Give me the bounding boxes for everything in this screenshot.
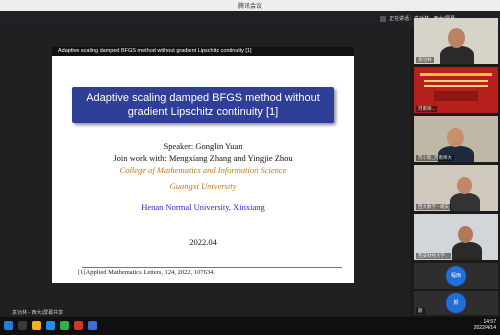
search-icon[interactable]	[18, 321, 27, 330]
browser-icon[interactable]	[46, 321, 55, 330]
participant-tile[interactable]: 河南师...	[414, 67, 498, 113]
participant-tile[interactable]: 颜 颜	[414, 291, 498, 315]
footnote: [1]Applied Mathematics Letters, 124, 202…	[78, 269, 216, 276]
window-titlebar: 腾讯会议	[0, 0, 500, 11]
participant-face	[458, 226, 473, 243]
participant-face	[447, 128, 464, 147]
participant-face	[448, 28, 465, 48]
participant-tile[interactable]: 西安财经大学...	[414, 214, 498, 260]
participant-name: 西安财经大学...	[416, 253, 451, 259]
app-icon[interactable]	[74, 321, 83, 330]
host-line: Henan Normal University, Xinxiang	[141, 202, 265, 212]
app-icon[interactable]	[60, 321, 69, 330]
slide-header-bar: Adaptive scaling damped BFGS method with…	[52, 47, 354, 56]
participant-name: 颜	[416, 308, 425, 314]
participant-face	[457, 177, 472, 194]
participant-tile[interactable]: 西大数学 - 胡夫	[414, 165, 498, 211]
joint-work-line: Join work with: Mengxiang Zhang and Ying…	[113, 153, 293, 163]
file-explorer-icon[interactable]	[32, 321, 41, 330]
participant-name: 袁功林	[416, 57, 434, 63]
participant-avatar: 程雨	[446, 266, 466, 286]
tencent-meeting-icon[interactable]	[88, 321, 97, 330]
participant-body	[440, 46, 474, 64]
slide-header-text: Adaptive scaling damped BFGS method with…	[58, 48, 252, 54]
college-line: College of Mathematics and Information S…	[119, 165, 287, 175]
clock-date: 2022/4/14	[473, 325, 496, 331]
poster-banner	[424, 80, 488, 82]
participant-name: 河南师...	[416, 106, 438, 112]
university-line: Guangxi University	[169, 181, 237, 191]
participant-name: 西大数学 - 胡夫	[416, 204, 451, 210]
participant-name: 苏小斯_河南师大	[416, 155, 455, 161]
system-clock[interactable]: 14:57 2022/4/14	[474, 319, 496, 331]
participant-body	[452, 242, 482, 260]
participant-body	[450, 193, 480, 211]
participant-tile[interactable]: 袁功林	[414, 18, 498, 64]
poster-banner	[424, 85, 488, 87]
participant-avatar: 颜	[446, 293, 466, 313]
poster-banner	[420, 73, 492, 76]
footnote-divider	[82, 267, 342, 268]
slide-title-box: Adaptive scaling damped BFGS method with…	[72, 87, 334, 123]
windows-start-icon[interactable]	[4, 321, 13, 330]
slide-title-line2: gradient Lipschitz continuity [1]	[127, 106, 279, 118]
presentation-slide: Adaptive scaling damped BFGS method with…	[52, 47, 354, 283]
participant-tile[interactable]: 程雨	[414, 263, 498, 289]
date-line: 2022.04	[189, 237, 217, 247]
speaker-line: Speaker: Gonglin Yuan	[163, 141, 243, 151]
microphone-icon	[380, 15, 386, 22]
slide-title-line1: Adaptive scaling damped BFGS method with…	[86, 92, 320, 104]
window-title: 腾讯会议	[237, 4, 262, 10]
taskbar: 袁功林 - 西大(屏幕共享 14:57 2022/4/14	[0, 310, 500, 335]
poster-graphic	[434, 91, 478, 101]
screen-share-label: 袁功林 - 西大(屏幕共享	[12, 310, 64, 316]
participant-tile[interactable]: 苏小斯_河南师大	[414, 116, 498, 162]
